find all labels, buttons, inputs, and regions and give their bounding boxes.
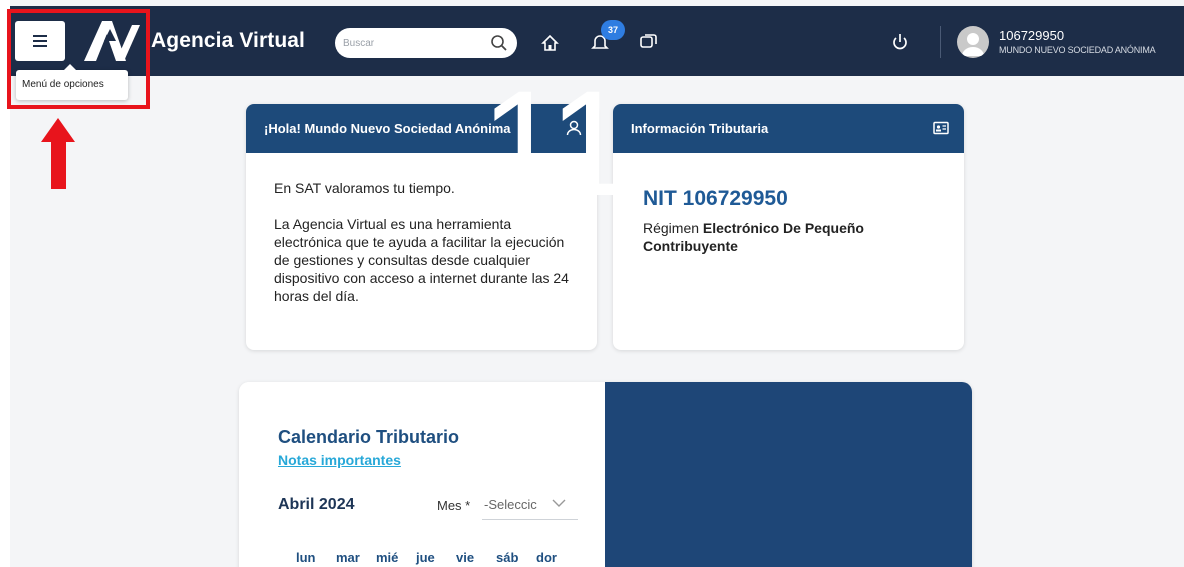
welcome-text-2: La Agencia Virtual es una herramienta el… (274, 216, 569, 304)
calendar-month: Abril 2024 (278, 496, 355, 513)
calendar-card: Calendario Tributario Notas importantes … (239, 382, 972, 567)
tax-info-card: Información Tributaria NIT 106729950 Rég… (613, 104, 964, 350)
avatar[interactable] (957, 26, 989, 58)
selected-day-number: 11 (480, 59, 632, 227)
search-input[interactable] (343, 34, 483, 52)
user-silhouette-icon (962, 33, 984, 56)
regimen-text: Régimen Electrónico De Pequeño Contribuy… (643, 219, 934, 255)
user-id: 106729950 (999, 28, 1065, 43)
regimen-prefix: Régimen (643, 220, 700, 236)
weekday-label: dor (536, 550, 557, 565)
notification-badge[interactable]: 37 (601, 20, 625, 40)
weekday-label: mié (376, 550, 399, 565)
weekday-label: sáb (496, 550, 519, 565)
search-icon[interactable] (490, 34, 508, 52)
weekday-label: mar (336, 550, 360, 565)
chat-icon[interactable] (638, 32, 658, 52)
nit-number: NIT 106729950 (643, 187, 788, 210)
tax-info-card-title: Información Tributaria (631, 121, 769, 136)
tax-info-card-header: Información Tributaria (613, 104, 964, 153)
highlight-box (7, 9, 150, 109)
calendar-title: Calendario Tributario (278, 427, 460, 447)
home-icon[interactable] (540, 33, 560, 53)
id-card-icon (933, 121, 949, 135)
chevron-down-icon[interactable] (552, 497, 566, 509)
weekday-header: lun mar mié jue vie sáb dor (296, 550, 576, 565)
red-arrow-shaft (51, 140, 66, 189)
red-arrow-head (41, 118, 75, 142)
header-divider (940, 26, 941, 58)
month-select-label: Mes * (437, 498, 471, 513)
selected-day-panel (605, 382, 972, 567)
calendar-panel: Calendario Tributario Notas importantes … (239, 382, 605, 567)
notes-link[interactable]: Notas importantes (278, 452, 401, 468)
weekday-label: vie (456, 550, 475, 565)
search-box[interactable] (335, 28, 517, 58)
weekday-label: jue (416, 550, 435, 565)
user-name: MUNDO NUEVO SOCIEDAD ANÓNIMA (999, 45, 1156, 55)
app-title: Agencia Virtual (151, 29, 305, 52)
power-icon[interactable] (890, 32, 910, 52)
weekday-label: lun (296, 550, 316, 565)
welcome-card-title: ¡Hola! Mundo Nuevo Sociedad Anónima (264, 121, 511, 136)
